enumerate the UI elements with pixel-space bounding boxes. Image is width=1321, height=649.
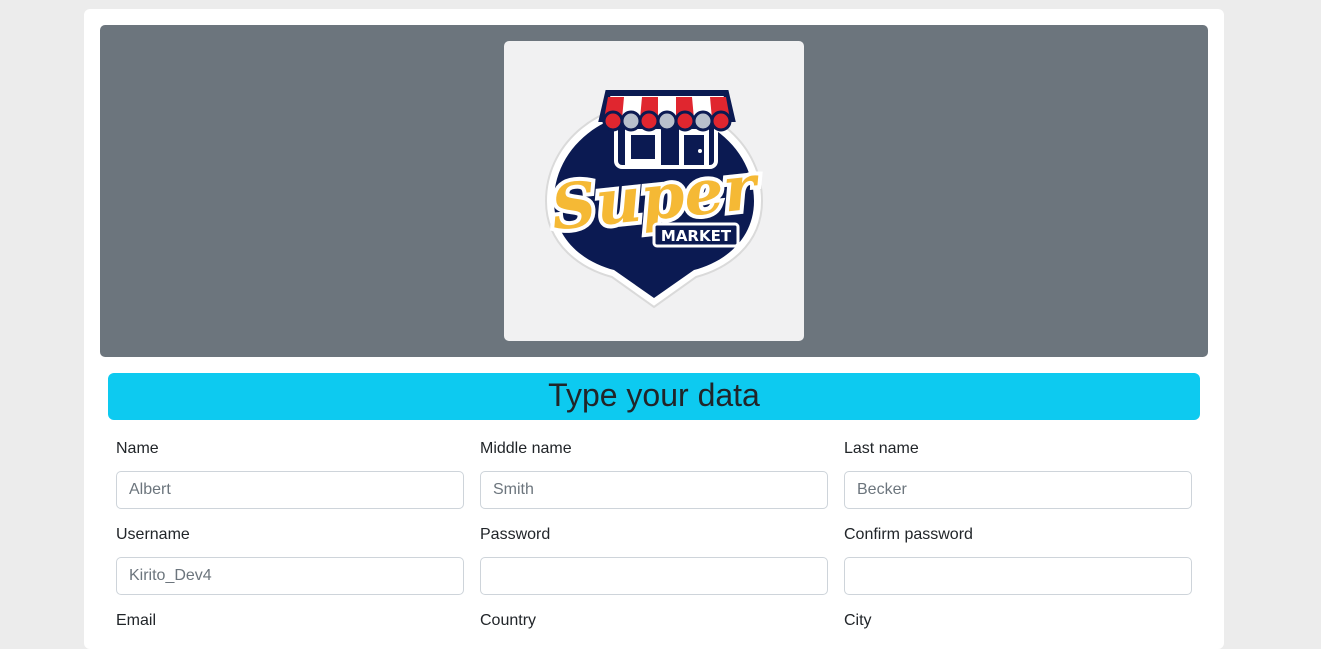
city-label: City	[844, 612, 872, 629]
header-banner: Super MARKET	[100, 25, 1208, 357]
supermarket-logo-icon: Super MARKET	[544, 90, 768, 309]
confirm-password-field-group: Confirm password	[844, 525, 1192, 595]
last-name-label: Last name	[844, 440, 919, 457]
registration-card: Super MARKET Type your data Name Middle …	[84, 9, 1224, 649]
name-input[interactable]	[116, 471, 464, 509]
middle-name-input[interactable]	[480, 471, 828, 509]
last-name-field-group: Last name	[844, 439, 1192, 509]
username-label: Username	[116, 526, 190, 543]
email-field-group: Email	[116, 611, 464, 631]
password-input[interactable]	[480, 557, 828, 595]
username-input[interactable]	[116, 557, 464, 595]
confirm-password-input[interactable]	[844, 557, 1192, 595]
supermarket-logo: Super MARKET	[504, 41, 804, 341]
password-label: Password	[480, 526, 551, 543]
city-field-group: City	[844, 611, 1192, 631]
confirm-password-label: Confirm password	[844, 526, 973, 543]
email-label: Email	[116, 612, 157, 629]
middle-name-label: Middle name	[480, 440, 572, 457]
name-label: Name	[116, 440, 159, 457]
username-field-group: Username	[116, 525, 464, 595]
country-label: Country	[480, 612, 537, 629]
form-title: Type your data	[108, 373, 1200, 420]
name-field-group: Name	[116, 439, 464, 509]
country-field-group: Country	[480, 611, 828, 631]
last-name-input[interactable]	[844, 471, 1192, 509]
middle-name-field-group: Middle name	[480, 439, 828, 509]
logo-sub: MARKET	[661, 227, 732, 245]
password-field-group: Password	[480, 525, 828, 595]
